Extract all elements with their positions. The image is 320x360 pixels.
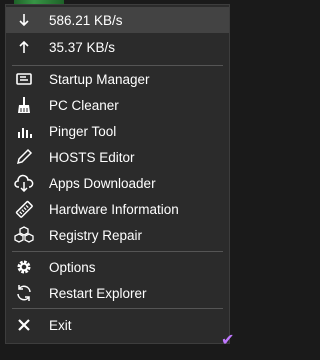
menu-item-exit[interactable]: Exit (6, 312, 229, 338)
menu-item-label: Hardware Information (49, 201, 179, 217)
tray-context-menu: 586.21 KB/s 35.37 KB/s Startup Manager P… (5, 4, 230, 344)
download-speed-value: 586.21 KB/s (49, 12, 123, 28)
menu-item-hosts-editor[interactable]: HOSTS Editor (6, 144, 229, 170)
menu-item-options[interactable]: Options (6, 254, 229, 280)
menu-item-restart-explorer[interactable]: Restart Explorer (6, 280, 229, 306)
upload-speed-row[interactable]: 35.37 KB/s (6, 34, 229, 60)
broom-icon (14, 95, 34, 115)
menu-item-pc-cleaner[interactable]: PC Cleaner (6, 92, 229, 118)
upload-speed-value: 35.37 KB/s (49, 39, 116, 55)
menu-item-label: Options (49, 259, 96, 275)
menu-item-registry-repair[interactable]: Registry Repair (6, 222, 229, 248)
menu-item-pinger-tool[interactable]: Pinger Tool (6, 118, 229, 144)
download-speed-row[interactable]: 586.21 KB/s (6, 7, 229, 33)
pencil-icon (14, 147, 34, 167)
gear-icon (14, 257, 34, 277)
menu-item-label: PC Cleaner (49, 97, 119, 113)
refresh-icon (14, 283, 34, 303)
startup-manager-icon (14, 69, 34, 89)
cubes-icon (14, 225, 34, 245)
menu-item-label: Pinger Tool (49, 123, 117, 139)
arrow-up-icon (14, 37, 34, 57)
arrow-down-icon (14, 10, 34, 30)
checkmark-icon: ✔ (221, 330, 235, 349)
menu-item-label: Apps Downloader (49, 175, 156, 191)
menu-item-apps-downloader[interactable]: Apps Downloader (6, 170, 229, 196)
menu-item-label: Exit (49, 317, 72, 333)
separator (12, 308, 223, 309)
cloud-download-icon (14, 173, 34, 193)
menu-item-label: Registry Repair (49, 227, 143, 243)
menu-item-label: HOSTS Editor (49, 149, 135, 165)
menu-item-hardware-information[interactable]: Hardware Information (6, 196, 229, 222)
separator (12, 251, 223, 252)
menu-item-label: Restart Explorer (49, 285, 147, 301)
close-icon (14, 315, 34, 335)
bars-icon (14, 121, 34, 141)
memory-stick-icon (14, 199, 34, 219)
menu-item-label: Startup Manager (49, 71, 150, 87)
menu-item-startup-manager[interactable]: Startup Manager (6, 66, 229, 92)
